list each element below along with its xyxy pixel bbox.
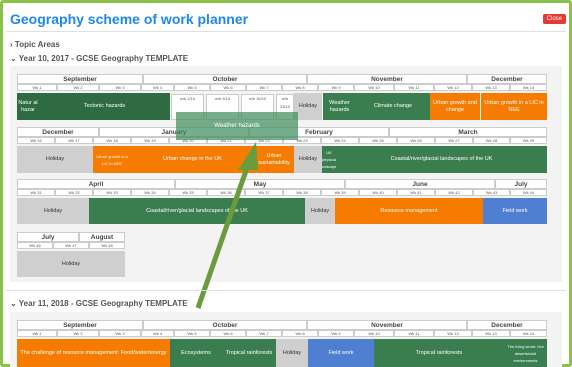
week-label: Wk 5 [174, 330, 210, 337]
week-label: Wk 10 [354, 330, 394, 337]
week-label: Wk 9 [318, 330, 354, 337]
month-oct: October [143, 320, 307, 330]
week-label: Wk 13 [472, 330, 510, 337]
year11-toggle[interactable]: ⌄ Year 11, 2018 - GCSE Geography TEMPLAT… [10, 299, 188, 308]
chevron-down-icon: ⌄ [10, 299, 17, 308]
year11-label: Year 11, 2018 - GCSE Geography TEMPLATE [18, 299, 188, 308]
lesson-block-ecosystems[interactable]: Ecosystems [170, 339, 222, 367]
week-label: Wk 4 [141, 330, 174, 337]
week-label: Wk 6 [210, 330, 246, 337]
week-label: Wk 12 [434, 330, 472, 337]
lesson-block-resource-challenge[interactable]: The challenge of resource management: Fo… [17, 339, 170, 367]
month-nov: November [307, 320, 467, 330]
week-label: Wk 1 [17, 330, 57, 337]
divider [6, 290, 566, 291]
week-label: Wk 2 [57, 330, 99, 337]
lesson-block-living-world[interactable]: The living world: Hot deserts/cold envir… [504, 339, 547, 367]
week-label: Wk 11 [394, 330, 434, 337]
week-label: Wk 3 [99, 330, 141, 337]
week-label: Wk 14 [510, 330, 547, 337]
holiday-block[interactable]: Holiday [276, 339, 308, 367]
week-label: Wk 7 [246, 330, 282, 337]
year11-panel: September October November December Wk 1… [10, 312, 562, 367]
lesson-block-tropical-rainforests[interactable]: Tropical rainforests [222, 339, 276, 367]
month-dec: December [467, 320, 547, 330]
month-sep: September [17, 320, 143, 330]
lesson-block-tropical-rainforests[interactable]: Tropical rainforests [374, 339, 504, 367]
week-label: Wk 8 [282, 330, 318, 337]
lesson-block-fieldwork[interactable]: Field work [308, 339, 374, 367]
